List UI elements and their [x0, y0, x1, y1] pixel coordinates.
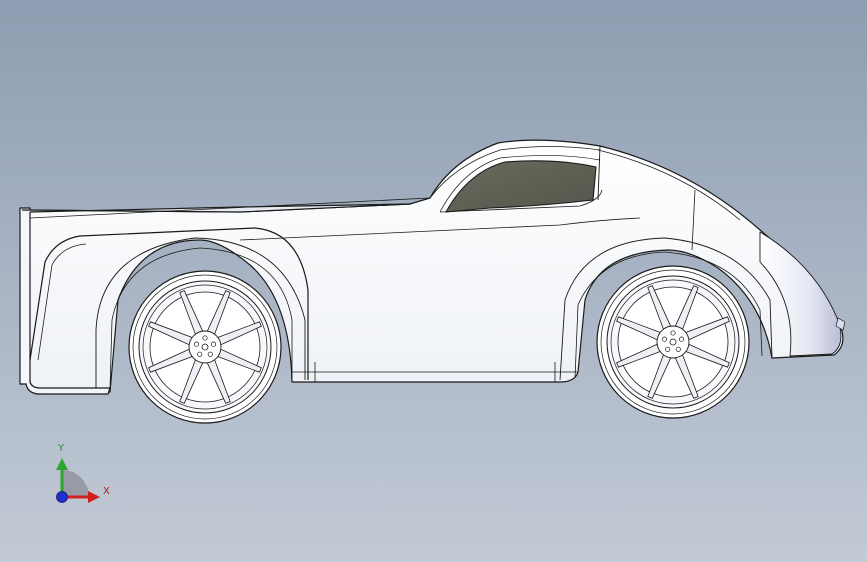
lug-nut [661, 336, 667, 342]
car-model-view[interactable] [0, 0, 867, 562]
x-axis-arrowhead [88, 491, 100, 503]
lug-nut [665, 346, 671, 352]
y-axis-arrowhead [56, 458, 68, 470]
lug-nut [193, 341, 199, 347]
y-axis-label: Y [58, 443, 65, 454]
lug-nut [197, 351, 203, 357]
hub-center [669, 338, 677, 346]
axis-triad [56, 458, 100, 503]
front-wheel [596, 265, 750, 419]
z-axis-dot [56, 491, 68, 503]
lug-nut [202, 335, 208, 341]
graphics-viewport[interactable]: Y X [0, 0, 867, 562]
lug-nut [670, 330, 676, 336]
rear-wheel [128, 270, 282, 424]
lug-nut [679, 336, 685, 342]
lug-nut [207, 351, 213, 357]
lug-nut [211, 341, 217, 347]
hub-center [201, 343, 209, 351]
x-axis-label: X [103, 486, 110, 497]
lug-nut [675, 346, 681, 352]
